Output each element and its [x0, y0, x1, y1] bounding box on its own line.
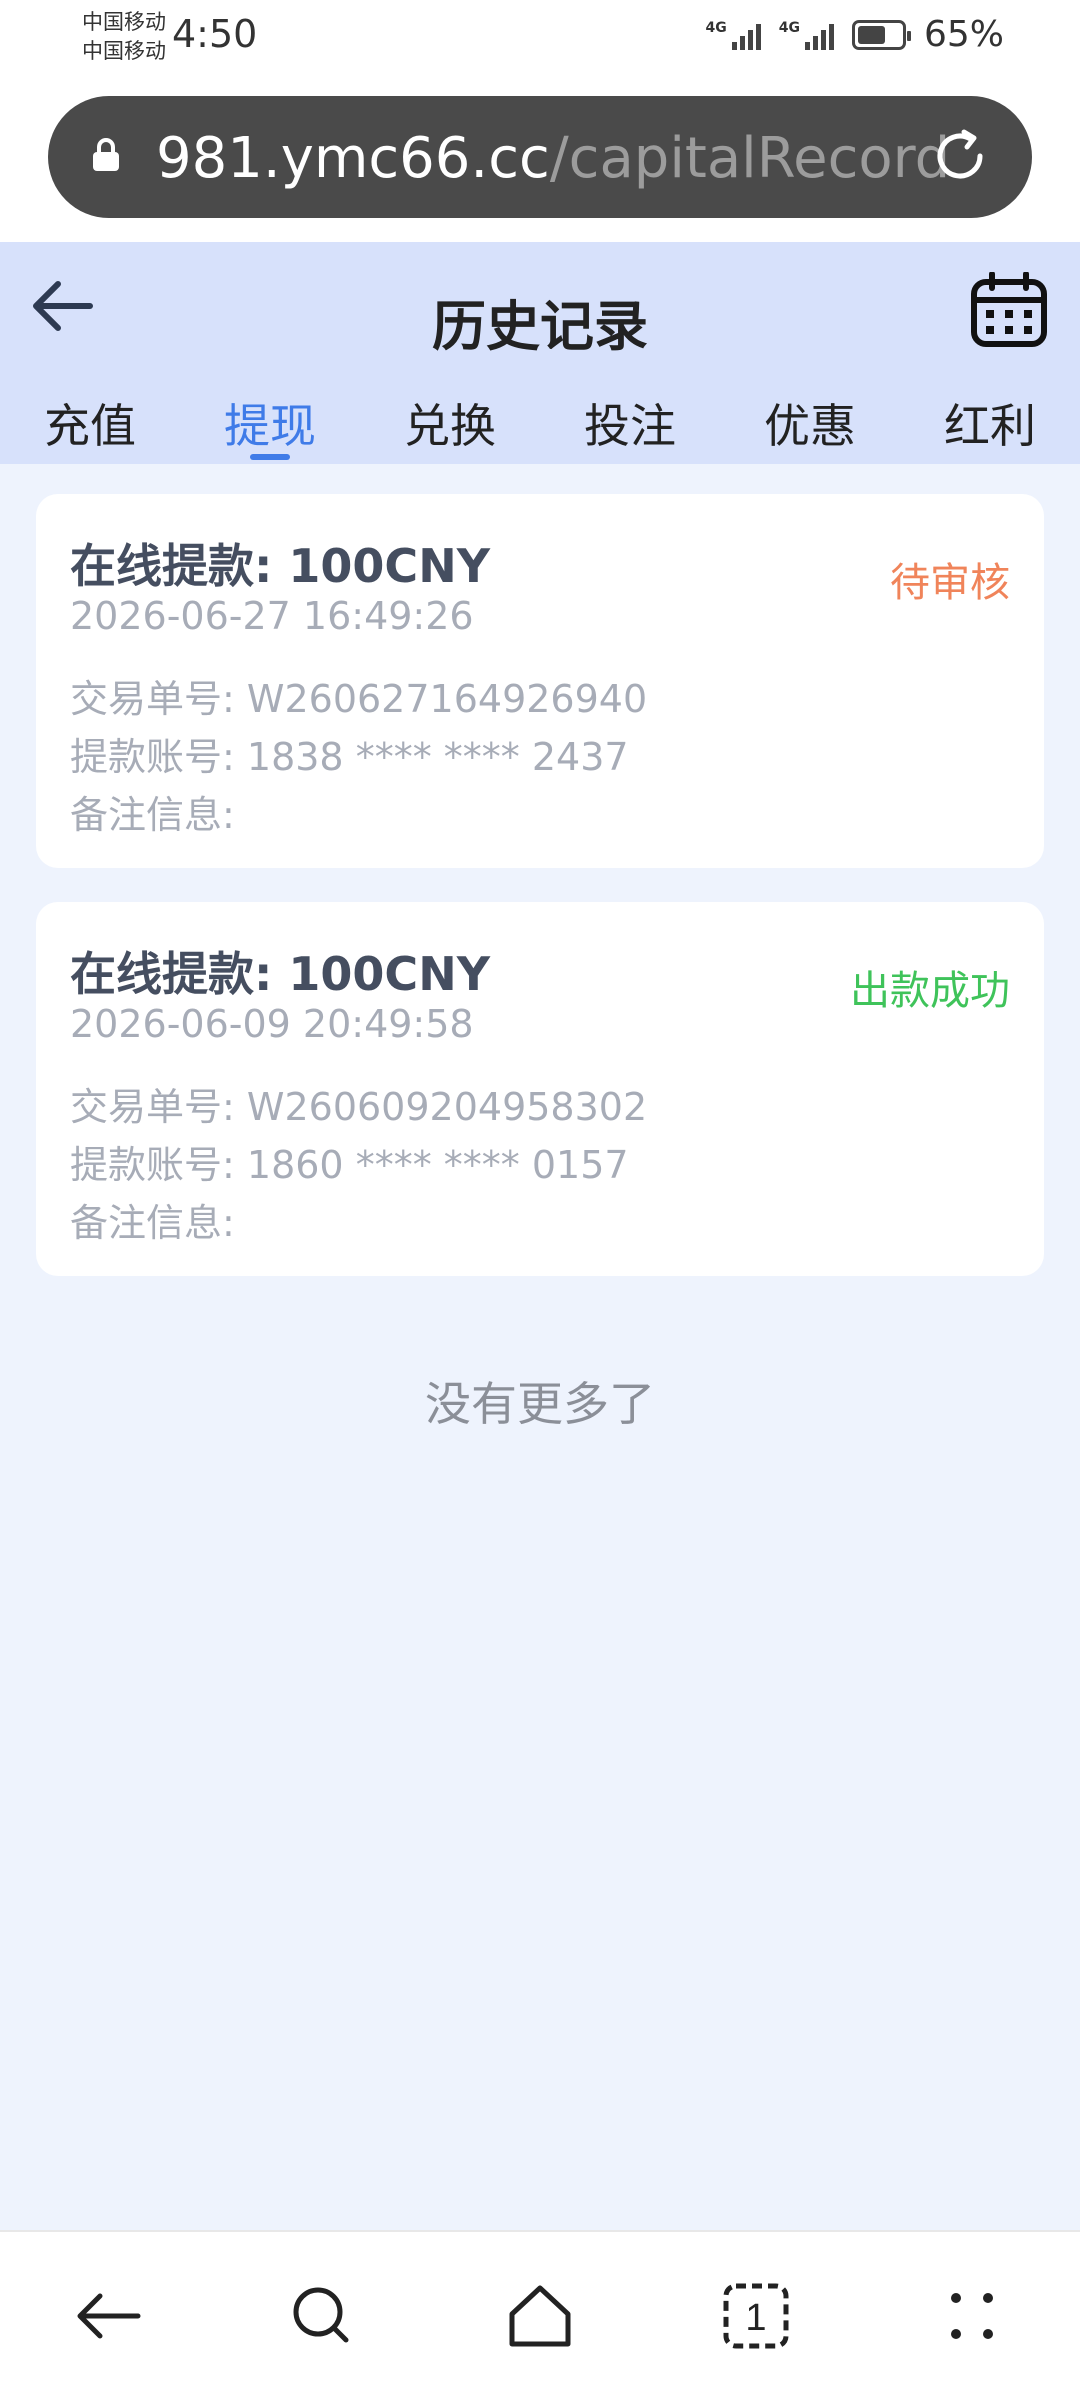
tabs-icon: 1 [723, 2283, 789, 2349]
carrier-1: 中国移动 [82, 10, 166, 34]
status-icons: 4G 4G 65% [706, 14, 1004, 55]
tab-count: 1 [745, 2297, 766, 2339]
record-status: 出款成功 [850, 968, 1010, 1014]
withdraw-account-value: 1860 **** **** 0157 [246, 1143, 629, 1187]
page-header: 历史记录 充值 提现 兑换 投注 优惠 红利 [0, 242, 1080, 464]
nav-back-button[interactable] [68, 2276, 148, 2356]
record-date: 2026-06-27 16:49:26 [70, 594, 474, 638]
signal-icon: 4G [706, 20, 761, 50]
clock: 4:50 [172, 12, 258, 56]
search-icon [293, 2287, 349, 2343]
transaction-id-label: 交易单号: [70, 677, 235, 721]
transaction-id-label: 交易单号: [70, 1085, 235, 1129]
record-tabs: 充值 提现 兑换 投注 优惠 红利 [0, 390, 1080, 464]
back-arrow-icon [77, 2293, 141, 2339]
note-label: 备注信息: [70, 793, 235, 837]
record-title: 在线提款: 100CNY [70, 947, 490, 1001]
note-info: 备注信息: [70, 784, 235, 839]
battery-percent: 65% [923, 14, 1004, 55]
tab-bet[interactable]: 投注 [540, 390, 720, 464]
withdraw-account: 提款账号: 1838 **** **** 2437 [70, 726, 629, 781]
record-card[interactable]: 在线提款: 100CNY 出款成功 2026-06-09 20:49:58 交易… [36, 902, 1044, 1276]
status-bar: 中国移动 中国移动 4:50 4G 4G 65% [0, 0, 1080, 80]
nav-menu-button[interactable] [932, 2276, 1012, 2356]
page-title: 历史记录 [432, 295, 648, 358]
record-title: 在线提款: 100CNY [70, 539, 490, 593]
calendar-icon[interactable] [970, 272, 1048, 348]
record-card[interactable]: 在线提款: 100CNY 待审核 2026-06-27 16:49:26 交易单… [36, 494, 1044, 868]
nav-search-button[interactable] [282, 2276, 362, 2356]
browser-bottom-nav: 1 [0, 2230, 1080, 2400]
note-info: 备注信息: [70, 1192, 235, 1247]
tab-exchange[interactable]: 兑换 [360, 390, 540, 464]
url-host: 981.ymc66.cc [156, 126, 550, 191]
record-status: 待审核 [890, 560, 1010, 606]
nav-home-button[interactable] [500, 2276, 580, 2356]
tab-promotion[interactable]: 优惠 [720, 390, 900, 464]
no-more-text: 没有更多了 [425, 1377, 655, 1431]
withdraw-account-label: 提款账号: [70, 735, 235, 779]
carrier-2: 中国移动 [82, 39, 166, 63]
transaction-id-value: W260627164926940 [246, 677, 648, 721]
reload-icon[interactable] [930, 126, 990, 186]
tab-withdraw[interactable]: 提现 [180, 390, 360, 464]
withdraw-account-label: 提款账号: [70, 1143, 235, 1187]
battery-icon [851, 19, 911, 50]
browser-toolbar: 981.ymc66.cc/capitalRecord [0, 80, 1080, 242]
record-date: 2026-06-09 20:49:58 [70, 1002, 474, 1046]
url-path: /capitalRecord [549, 126, 951, 191]
tab-recharge[interactable]: 充值 [0, 390, 180, 464]
menu-dots-icon [951, 2293, 993, 2339]
transaction-id-value: W260609204958302 [246, 1085, 648, 1129]
note-label: 备注信息: [70, 1201, 235, 1245]
withdraw-account: 提款账号: 1860 **** **** 0157 [70, 1134, 629, 1189]
transaction-id: 交易单号: W260609204958302 [70, 1076, 647, 1131]
transaction-id: 交易单号: W260627164926940 [70, 668, 647, 723]
home-icon [509, 2285, 571, 2347]
tab-bonus[interactable]: 红利 [900, 390, 1080, 464]
nav-tabs-button[interactable]: 1 [716, 2276, 796, 2356]
signal-icon: 4G [779, 20, 834, 50]
lock-icon [93, 138, 119, 171]
address-bar[interactable]: 981.ymc66.cc/capitalRecord [48, 96, 1032, 218]
withdraw-account-value: 1838 **** **** 2437 [246, 735, 629, 779]
url-text[interactable]: 981.ymc66.cc/capitalRecord [156, 126, 950, 191]
carrier-names: 中国移动 中国移动 [82, 8, 166, 66]
active-tab-indicator [250, 454, 290, 460]
